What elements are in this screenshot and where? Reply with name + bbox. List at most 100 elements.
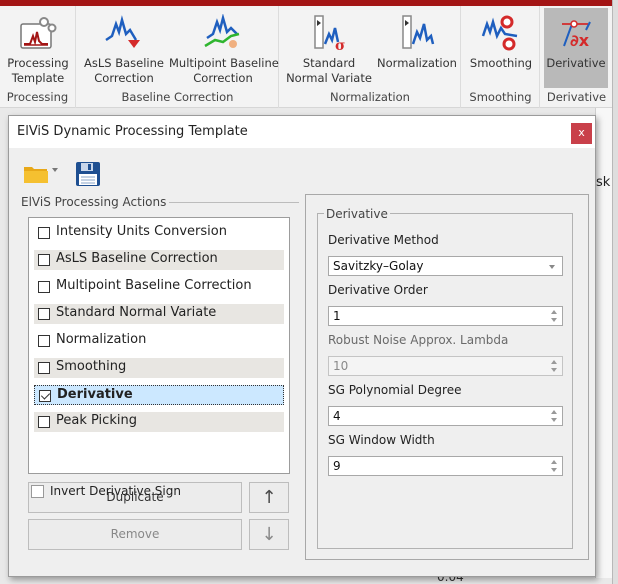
processing-template-label-2: Template [11, 71, 65, 85]
ribbon-group-normalization: σ Standard Normal Variate Normalization N… [280, 6, 461, 108]
list-item-label: Standard Normal Variate [56, 305, 217, 320]
spin-up-icon[interactable] [551, 360, 557, 364]
list-item[interactable]: Smoothing [34, 358, 284, 378]
checkbox[interactable] [38, 416, 50, 428]
list-item[interactable]: Peak Picking [34, 412, 284, 432]
multipoint-baseline-icon [204, 14, 240, 48]
snv-label-2: Normal Variate [286, 71, 372, 85]
snv-button[interactable]: σ Standard Normal Variate [284, 8, 374, 88]
ribbon-group-baseline: AsLS Baseline Correction Multipoint Basel… [77, 6, 279, 108]
ribbon-group-derivative: ∂x Derivative Derivative [541, 6, 612, 108]
svg-text:∂x: ∂x [570, 31, 590, 50]
spin-up-icon[interactable] [551, 310, 557, 314]
poly-degree-spinbox[interactable]: 4 [328, 406, 563, 426]
poly-degree-label: SG Polynomial Degree [328, 383, 462, 397]
window-edge [612, 0, 618, 584]
checkbox[interactable] [38, 254, 50, 266]
checkbox[interactable] [38, 227, 50, 239]
invert-sign-label: Invert Derivative Sign [50, 484, 181, 498]
move-down-button[interactable]: ↓ [249, 519, 289, 550]
list-item-label: Multipoint Baseline Correction [56, 278, 252, 293]
checkbox-checked[interactable] [39, 390, 51, 402]
snv-label: Standard [302, 56, 356, 70]
spin-down-icon[interactable] [551, 368, 557, 372]
move-up-button[interactable]: ↑ [249, 482, 289, 513]
window-width-value: 9 [333, 459, 341, 473]
chevron-down-icon[interactable] [549, 265, 555, 269]
ribbon-group-label: Derivative [546, 90, 607, 104]
spin-down-icon[interactable] [551, 468, 557, 472]
svg-text:σ: σ [335, 38, 345, 52]
method-select[interactable]: Savitzky–Golay [328, 256, 563, 276]
processing-template-dialog: ElViS Dynamic Processing Template x ElVi… [8, 115, 596, 577]
processing-template-label: Processing [7, 56, 69, 70]
list-item-label: Intensity Units Conversion [56, 224, 227, 239]
lambda-value: 10 [333, 359, 349, 373]
ribbon-group-label: Baseline Correction [121, 90, 234, 104]
ribbon-group-label: Smoothing [469, 90, 532, 104]
checkbox[interactable] [38, 308, 50, 320]
invert-sign-checkbox[interactable] [31, 485, 44, 498]
normalization-icon [402, 15, 435, 49]
list-item[interactable]: Standard Normal Variate [34, 304, 284, 324]
open-folder-icon[interactable] [23, 163, 49, 185]
checkbox[interactable] [38, 281, 50, 293]
settings-group-title: Derivative [324, 207, 390, 221]
dialog-titlebar[interactable]: ElViS Dynamic Processing Template x [9, 116, 595, 148]
spin-down-icon[interactable] [551, 418, 557, 422]
spin-down-icon[interactable] [551, 318, 557, 322]
order-label: Derivative Order [328, 283, 428, 297]
window-width-spinbox[interactable]: 9 [328, 456, 563, 476]
asls-baseline-button[interactable]: AsLS Baseline Correction [81, 8, 167, 88]
smoothing-icon [481, 15, 518, 51]
list-item[interactable]: Intensity Units Conversion [34, 223, 284, 243]
list-item[interactable]: Normalization [34, 331, 284, 351]
processing-template-button[interactable]: Processing Template [2, 8, 74, 88]
lambda-label: Robust Noise Approx. Lambda [328, 333, 509, 347]
ribbon: Processing Template Processing AsLS Basel… [0, 6, 612, 108]
smoothing-label: Smoothing [469, 56, 533, 70]
checkbox[interactable] [38, 362, 50, 374]
open-dropdown-caret[interactable] [52, 168, 58, 172]
list-item-selected[interactable]: Derivative [34, 385, 284, 405]
settings-panel: Derivative Derivative Method Savitzky–Go… [305, 194, 589, 560]
list-item-label: Smoothing [56, 359, 127, 374]
asls-label: AsLS Baseline [84, 56, 164, 70]
list-item-label: Normalization [56, 332, 147, 347]
normalization-button[interactable]: Normalization [376, 8, 458, 88]
save-icon[interactable] [75, 161, 101, 187]
ribbon-group-label: Processing [6, 90, 69, 104]
background-partial-text: sk [596, 175, 611, 190]
lambda-spinbox[interactable]: 10 [328, 356, 563, 376]
ribbon-group-label: Normalization [330, 90, 410, 104]
window-width-label: SG Window Width [328, 433, 435, 447]
list-item[interactable]: Multipoint Baseline Correction [34, 277, 284, 297]
close-button[interactable]: x [571, 123, 592, 144]
remove-button[interactable]: Remove [28, 519, 242, 550]
normalization-label: Normalization [377, 56, 457, 70]
list-item-label: Derivative [57, 387, 133, 402]
ribbon-group-processing: Processing Template Processing [0, 6, 76, 108]
actions-listbox[interactable]: Intensity Units Conversion AsLS Baseline… [28, 217, 290, 474]
derivative-icon: ∂x [562, 20, 591, 50]
processing-template-icon [20, 17, 57, 49]
smoothing-button[interactable]: Smoothing [464, 8, 538, 88]
method-value: Savitzky–Golay [333, 259, 424, 273]
list-item-label: Peak Picking [56, 413, 137, 428]
poly-degree-value: 4 [333, 409, 341, 423]
derivative-button[interactable]: ∂x Derivative [544, 8, 608, 88]
multipoint-label: Multipoint Baseline [169, 56, 279, 70]
actions-group-label: ElViS Processing Actions [21, 195, 170, 209]
checkbox[interactable] [38, 335, 50, 347]
snv-icon: σ [314, 15, 345, 52]
derivative-label: Derivative [546, 56, 606, 70]
list-item[interactable]: AsLS Baseline Correction [34, 250, 284, 270]
multipoint-baseline-button[interactable]: Multipoint Baseline Correction [169, 8, 279, 88]
method-label: Derivative Method [328, 233, 439, 247]
spin-up-icon[interactable] [551, 460, 557, 464]
spin-up-icon[interactable] [551, 410, 557, 414]
order-value: 1 [333, 309, 341, 323]
asls-label-2: Correction [94, 71, 154, 85]
ribbon-group-smoothing: Smoothing Smoothing [462, 6, 540, 108]
order-spinbox[interactable]: 1 [328, 306, 563, 326]
